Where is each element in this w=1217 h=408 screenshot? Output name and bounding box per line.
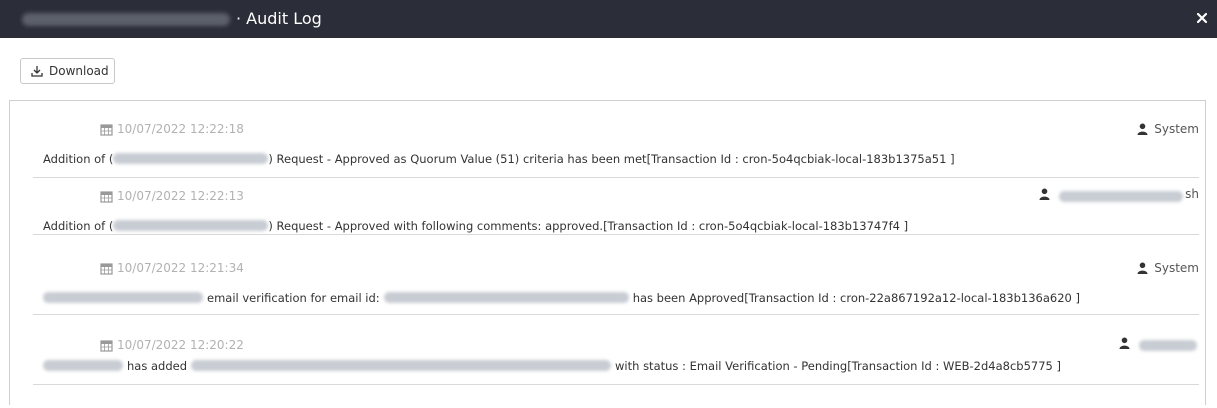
user-icon (1119, 337, 1130, 349)
log-entry-date-text: 10/07/2022 12:20:22 (117, 338, 244, 352)
log-entry-date-text: 10/07/2022 12:21:34 (117, 261, 244, 275)
log-entry-message: Addition of () Request - Approved as Quo… (43, 152, 955, 166)
user-icon (1137, 123, 1148, 135)
log-entry-user-name: sh (1185, 187, 1199, 201)
user-icon (1039, 188, 1050, 200)
modal-title: · Audit Log (236, 9, 322, 28)
log-entry-date: 10/07/2022 12:21:34 (100, 260, 244, 276)
log-entry-user-name: System (1154, 261, 1199, 275)
log-entry-date-text: 10/07/2022 12:22:13 (117, 189, 244, 203)
log-entry: 10/07/2022 12:21:34 System email verific… (33, 235, 1199, 315)
download-icon (31, 66, 43, 77)
user-icon (1137, 262, 1148, 274)
redacted-user-name (43, 292, 203, 303)
redacted-text (113, 220, 269, 231)
log-entry: 10/07/2022 12:22:13 sh Addition of () Re… (33, 178, 1199, 235)
log-entry-message: email verification for email id: has been… (43, 290, 1080, 306)
close-icon (1196, 12, 1208, 24)
log-entry-user: sh (1039, 187, 1199, 202)
log-entry-message: has added with status : Email Verificatio… (43, 358, 1061, 374)
redacted-user-name (1059, 191, 1183, 202)
download-button[interactable]: Download (20, 58, 115, 84)
log-entry-date: 10/07/2022 12:22:13 (100, 188, 244, 204)
audit-log-list[interactable]: 10/07/2022 12:22:18 System Addition of (… (9, 100, 1206, 405)
redacted-email (383, 292, 629, 303)
log-entry-date: 10/07/2022 12:22:18 (100, 121, 244, 137)
redacted-user-name (22, 13, 230, 26)
download-label: Download (49, 64, 109, 78)
close-button[interactable] (1195, 10, 1209, 26)
log-entry-user-name: System (1154, 122, 1199, 136)
calendar-icon (100, 262, 113, 275)
log-entry: 10/07/2022 12:22:18 System Addition of (… (33, 121, 1199, 178)
calendar-icon (100, 190, 113, 203)
log-entry: 10/07/2022 12:20:22 has added with status… (33, 315, 1199, 385)
modal-header: · Audit Log (0, 0, 1217, 38)
redacted-user-name (1139, 340, 1197, 351)
calendar-icon (100, 339, 113, 352)
calendar-icon (100, 123, 113, 136)
redacted-text (113, 153, 269, 164)
log-entry-user (1119, 337, 1199, 351)
redacted-email (191, 360, 612, 371)
log-entry-date-text: 10/07/2022 12:22:18 (117, 122, 244, 136)
log-entry-date: 10/07/2022 12:20:22 (100, 337, 244, 353)
log-entry-message: Addition of () Request - Approved with f… (43, 219, 909, 233)
log-entry-user: System (1137, 121, 1199, 137)
log-entry-user: System (1137, 260, 1199, 276)
redacted-user-name (43, 360, 123, 371)
